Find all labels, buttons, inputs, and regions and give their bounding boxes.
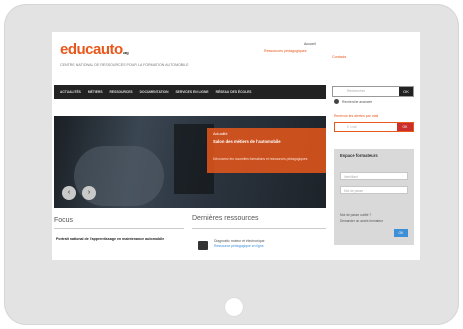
search-placeholder: Rechercher — [347, 89, 366, 93]
focus-article-link[interactable]: Portrait national de l'apprentissage en … — [56, 237, 166, 242]
nav-item[interactable]: Réseau des écoles — [216, 90, 252, 94]
hero-text: Découvrez les nouvelles formations et re… — [213, 157, 308, 161]
email-placeholder: E-mail — [347, 125, 357, 129]
document-icon — [198, 241, 208, 250]
login-button[interactable]: OK — [394, 229, 408, 237]
nav-item[interactable]: Métiers — [88, 90, 103, 94]
site-logo[interactable]: educauto.org — [60, 41, 129, 58]
header-links: Accueil Ressources pédagogiques Contacts — [264, 41, 346, 61]
advanced-search-link[interactable]: Recherche avancée — [342, 100, 372, 104]
divider — [192, 228, 326, 229]
hero-slider[interactable]: Actualité Salon des métiers de l'automob… — [54, 116, 326, 208]
password-field[interactable]: Mot de passe — [340, 186, 408, 194]
site-subtitle: CENTRE NATIONAL DE RESSOURCES POUR LA FO… — [60, 63, 189, 67]
nav-item[interactable]: Documentation — [140, 90, 169, 94]
hero-tag: Actualité — [213, 132, 228, 136]
main-nav: Actualités Métiers Ressources Documentat… — [54, 85, 326, 99]
request-access-link[interactable]: Demander un accès formateur — [340, 219, 383, 223]
login-field[interactable]: Identifiant — [340, 172, 408, 180]
search-button[interactable]: OK — [399, 87, 413, 96]
member-box-title: Espace formateurs — [340, 153, 378, 158]
plus-icon — [334, 99, 339, 104]
member-login-box: Espace formateurs Identifiant Mot de pas… — [334, 149, 414, 245]
alert-submit-button[interactable]: OK — [397, 123, 413, 131]
slider-prev-button[interactable]: ‹ — [62, 186, 76, 200]
list-item[interactable]: Ressource pédagogique en ligne — [214, 244, 265, 249]
latest-list: Diagnostic moteur et électronique Ressou… — [214, 239, 265, 249]
search-input[interactable]: Rechercher OK — [332, 86, 414, 97]
nav-item[interactable]: Ressources — [110, 90, 133, 94]
header-link-contact[interactable]: Contacts — [332, 54, 346, 61]
website-screen: educauto.org CENTRE NATIONAL DE RESSOURC… — [52, 32, 420, 260]
divider — [54, 228, 184, 229]
nav-item[interactable]: Services en ligne — [175, 90, 208, 94]
alert-label: Recevoir les alertes par mail — [334, 114, 379, 118]
hero-title[interactable]: Salon des métiers de l'automobile — [213, 139, 305, 144]
home-button[interactable] — [225, 298, 243, 316]
nav-item[interactable]: Actualités — [60, 90, 81, 94]
latest-heading: Dernières ressources — [192, 215, 259, 222]
email-field[interactable]: E-mail OK — [334, 122, 414, 132]
focus-heading: Focus — [54, 217, 74, 224]
forgot-password-link[interactable]: Mot de passe oublié ? — [340, 213, 371, 217]
slider-next-button[interactable]: › — [82, 186, 96, 200]
